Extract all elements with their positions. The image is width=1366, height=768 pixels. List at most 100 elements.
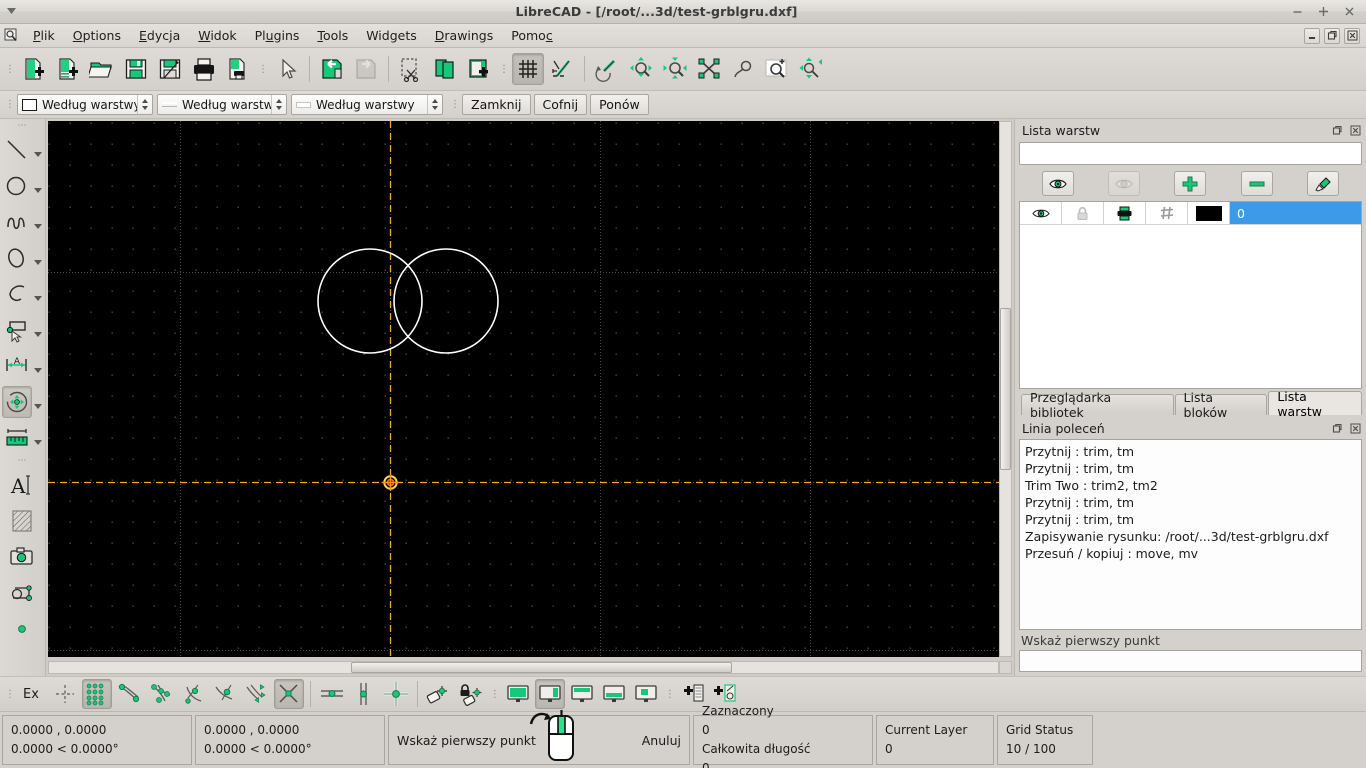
tab-block-list[interactable]: Lista bloków (1174, 390, 1268, 420)
save-button[interactable] (120, 53, 152, 85)
snap-center-button[interactable] (178, 679, 208, 709)
layer-print-toggle[interactable] (1104, 202, 1146, 225)
toolbar-drag-handle-2[interactable]: ⋮ (258, 56, 268, 82)
restrict-horizontal-button[interactable] (317, 679, 347, 709)
menu-options[interactable]: Options (64, 25, 130, 46)
hide-all-layers-button[interactable] (1108, 171, 1141, 196)
app-icon[interactable] (2, 27, 20, 45)
tab-layer-list[interactable]: Lista warstw (1268, 389, 1363, 419)
select-tool[interactable] (2, 314, 32, 346)
split-top-view-button[interactable] (567, 679, 597, 709)
ellipse-tool-menu-icon[interactable] (32, 242, 44, 274)
image-tool[interactable] (2, 541, 42, 573)
snap-toolbar-drag-handle[interactable]: ⋮ (5, 681, 15, 707)
new-file-button[interactable] (18, 53, 50, 85)
fullscreen-view-button[interactable] (503, 679, 533, 709)
print-preview-button[interactable] (222, 53, 254, 85)
snap-intersection-button[interactable] (273, 679, 304, 709)
text-tool[interactable]: A (2, 469, 42, 501)
canvas-horizontal-scrollbar[interactable] (48, 661, 999, 674)
zoom-in-button[interactable] (625, 53, 657, 85)
linetype-combo[interactable]: Według warstwy (157, 94, 287, 115)
edit-layer-button[interactable] (1306, 171, 1339, 196)
modify-tool-menu-icon[interactable] (32, 386, 44, 418)
attr-toolbar-drag-handle-2[interactable]: ⋮ (450, 92, 460, 118)
toggle-grid-button[interactable] (512, 53, 544, 85)
zoom-out-button[interactable] (659, 53, 691, 85)
split-left-view-button[interactable] (534, 679, 565, 709)
left-toolbar-drag-handle-2[interactable]: ⋯ (10, 456, 36, 466)
spline-tool[interactable] (2, 206, 32, 238)
zoom-redraw-button[interactable] (795, 53, 827, 85)
menu-widgets[interactable]: Widgets (357, 25, 426, 46)
zoom-window-button[interactable] (761, 53, 793, 85)
horizontal-scroll-thumb[interactable] (351, 662, 732, 673)
view-toolbar-drag-handle[interactable]: ⋮ (490, 681, 500, 707)
command-panel-close-icon[interactable] (1349, 422, 1362, 435)
layer-list-table[interactable]: 0 (1019, 201, 1362, 389)
layer-visibility-toggle[interactable] (1020, 202, 1062, 225)
relative-zero-button[interactable] (424, 679, 454, 709)
copy-button[interactable] (429, 53, 461, 85)
attr-toolbar-drag-handle[interactable]: ⋮ (5, 92, 15, 118)
menu-tools[interactable]: Tools (308, 25, 357, 46)
measure-tool[interactable] (2, 422, 32, 454)
arc-tool-menu-icon[interactable] (32, 278, 44, 310)
circle-tool-menu-icon[interactable] (32, 170, 44, 202)
open-file-button[interactable] (86, 53, 118, 85)
layer-panel-close-icon[interactable] (1349, 124, 1362, 137)
ellipse-tool[interactable] (2, 242, 32, 274)
menu-drawings[interactable]: Drawings (426, 25, 503, 46)
command-panel-float-icon[interactable] (1331, 422, 1344, 435)
redo-button[interactable] (350, 53, 382, 85)
save-as-button[interactable] (154, 53, 186, 85)
snap-grid-button[interactable] (81, 679, 112, 709)
new-from-template-button[interactable] (52, 53, 84, 85)
menu-plugins[interactable]: Plugins (246, 25, 309, 46)
snap-distance-button[interactable] (242, 679, 272, 709)
restrict-vertical-button[interactable] (349, 679, 379, 709)
toolbar-drag-handle[interactable]: ⋮ (5, 56, 15, 82)
block-tool[interactable] (2, 577, 42, 609)
vertical-scroll-thumb[interactable] (1000, 308, 1011, 470)
mdi-restore-button[interactable] (1324, 27, 1340, 44)
zoom-previous-button[interactable] (591, 53, 623, 85)
hatch-tool[interactable] (2, 505, 42, 537)
layer-panel-float-icon[interactable] (1331, 124, 1344, 137)
circle-tool[interactable] (2, 170, 32, 202)
combo-spinner-icon-3[interactable] (427, 95, 442, 114)
remove-layer-button[interactable] (1240, 171, 1273, 196)
restrict-orthogonal-button[interactable] (381, 679, 411, 709)
print-button[interactable] (188, 53, 220, 85)
point-tool[interactable] (2, 613, 42, 645)
command-history[interactable]: Przytnij : trim, tm Przytnij : trim, tm … (1019, 439, 1362, 630)
dimension-tool[interactable]: A (2, 350, 32, 382)
snap-free-button[interactable] (50, 679, 80, 709)
layer-color-cell[interactable] (1188, 202, 1230, 225)
window-menu-caret-icon[interactable] (0, 7, 22, 17)
menu-pomoc[interactable]: Pomoc (502, 25, 561, 46)
zoom-pan-button[interactable] (727, 53, 759, 85)
tab-library-browser[interactable]: Przeglądarka bibliotek (1021, 390, 1174, 420)
snap-endpoint-button[interactable] (114, 679, 144, 709)
zoom-auto-button[interactable] (693, 53, 725, 85)
split-bottom-view-button[interactable] (599, 679, 629, 709)
minimize-button[interactable] (1291, 5, 1304, 18)
dimension-tool-menu-icon[interactable] (32, 350, 44, 382)
menu-edycja[interactable]: Edycja (130, 25, 189, 46)
add-layer-button[interactable] (1174, 171, 1207, 196)
mdi-close-button[interactable] (1344, 27, 1360, 44)
snap-middle-button[interactable] (210, 679, 240, 709)
cut-button[interactable] (395, 53, 427, 85)
menu-widok[interactable]: Widok (189, 25, 245, 46)
close-button[interactable] (1343, 5, 1356, 18)
layer-name-cell[interactable]: 0 (1230, 202, 1361, 225)
mdi-minimize-button[interactable] (1304, 27, 1320, 44)
spline-tool-menu-icon[interactable] (32, 206, 44, 238)
paste-button[interactable] (463, 53, 495, 85)
close-drawing-button[interactable]: Zamknij (462, 94, 531, 115)
line-tool-menu-icon[interactable] (32, 134, 44, 166)
layer-color-combo[interactable]: Według warstwy (17, 94, 153, 115)
arc-tool[interactable] (2, 278, 32, 310)
undo-button[interactable] (316, 53, 348, 85)
